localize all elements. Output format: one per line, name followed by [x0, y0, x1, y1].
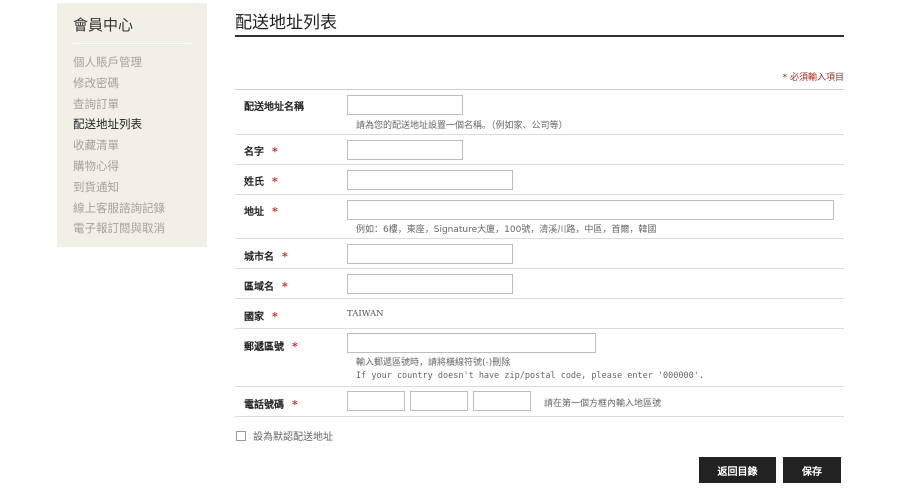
- phone-part2-input[interactable]: [410, 391, 468, 411]
- country-value: TAIWAN: [347, 309, 384, 319]
- hint-postal-en: If your country doesn't have zip/postal …: [356, 371, 704, 381]
- default-address-label: 設為默認配送地址: [253, 432, 333, 443]
- required-marker: *: [272, 310, 278, 323]
- sidebar-item-account[interactable]: 個人賬戶管理: [73, 52, 191, 73]
- row-city: 城市名 *: [235, 239, 844, 269]
- default-address-option[interactable]: 設為默認配送地址: [236, 428, 333, 443]
- row-address: 地址 * 例如：6樓，東座，Signature大廈，100號，清溪川路，中區，首爾…: [235, 195, 844, 239]
- row-region: 區域名 *: [235, 269, 844, 299]
- address-input[interactable]: [347, 200, 834, 220]
- main-content: 配送地址列表 * 必須輸入項目 配送地址名稱 請為您的配送地址設置一個名稱。（例…: [235, 0, 844, 417]
- required-marker: *: [272, 145, 278, 158]
- required-marker: *: [282, 280, 288, 293]
- row-first-name: 名字 *: [235, 135, 844, 165]
- address-form: 配送地址名稱 請為您的配送地址設置一個名稱。（例如家、公司等） 名字 * 姓氏 * …: [235, 89, 844, 417]
- row-postal: 郵遞區號 * 輸入郵遞區號時，請將橫線符號(-)刪除 If your countr…: [235, 329, 844, 387]
- required-marker: *: [272, 175, 278, 188]
- required-marker: *: [272, 205, 278, 218]
- phone-area-input[interactable]: [347, 391, 405, 411]
- required-marker: *: [292, 398, 298, 411]
- sidebar-item-addresses[interactable]: 配送地址列表: [73, 114, 191, 135]
- label-city: 城市名 *: [244, 250, 288, 263]
- row-last-name: 姓氏 *: [235, 165, 844, 195]
- region-input[interactable]: [347, 274, 513, 294]
- sidebar: 會員中心 個人賬戶管理 修改密碼 查詢訂單 配送地址列表 收藏清單 購物心得 到…: [57, 3, 207, 247]
- hint-phone: 請在第一個方框內輸入地區號: [544, 399, 662, 409]
- row-phone: 電話號碼 * 請在第一個方框內輸入地區號: [235, 387, 844, 417]
- sidebar-item-restock[interactable]: 到貨通知: [73, 177, 191, 198]
- label-country: 國家 *: [244, 310, 278, 323]
- sidebar-item-reviews[interactable]: 購物心得: [73, 156, 191, 177]
- label-address: 地址 *: [244, 205, 278, 218]
- address-name-input[interactable]: [347, 95, 463, 115]
- required-marker: *: [292, 340, 298, 353]
- sidebar-item-support[interactable]: 線上客服諮詢記錄: [73, 198, 191, 219]
- default-address-checkbox[interactable]: [236, 430, 246, 441]
- postal-input[interactable]: [347, 333, 596, 353]
- hint-address-name: 請為您的配送地址設置一個名稱。（例如家、公司等）: [356, 121, 568, 131]
- hint-postal: 輸入郵遞區號時，請將橫線符號(-)刪除: [356, 358, 511, 368]
- sidebar-item-newsletter[interactable]: 電子報訂閱與取消: [73, 218, 191, 239]
- sidebar-item-password[interactable]: 修改密碼: [73, 73, 191, 94]
- label-address-name: 配送地址名稱: [244, 102, 304, 113]
- sidebar-item-wishlist[interactable]: 收藏清單: [73, 135, 191, 156]
- label-first-name: 名字 *: [244, 145, 278, 158]
- last-name-input[interactable]: [347, 170, 513, 190]
- city-input[interactable]: [347, 244, 513, 264]
- back-to-list-button[interactable]: 返回目錄: [699, 457, 776, 483]
- first-name-input[interactable]: [347, 140, 463, 160]
- page-title: 配送地址列表: [235, 0, 844, 37]
- required-marker: *: [282, 250, 288, 263]
- sidebar-title: 會員中心: [73, 14, 191, 44]
- label-phone: 電話號碼 *: [244, 398, 298, 411]
- phone-part3-input[interactable]: [473, 391, 531, 411]
- sidebar-item-orders[interactable]: 查詢訂單: [73, 94, 191, 115]
- row-country: 國家 * TAIWAN: [235, 299, 844, 329]
- label-last-name: 姓氏 *: [244, 175, 278, 188]
- required-note: * 必須輸入項目: [782, 73, 844, 83]
- label-region: 區域名 *: [244, 280, 288, 293]
- save-button[interactable]: 保存: [783, 457, 841, 483]
- hint-address: 例如：6樓，東座，Signature大廈，100號，清溪川路，中區，首爾，韓國: [356, 225, 657, 235]
- label-postal: 郵遞區號 *: [244, 340, 298, 353]
- row-address-name: 配送地址名稱 請為您的配送地址設置一個名稱。（例如家、公司等）: [235, 90, 844, 135]
